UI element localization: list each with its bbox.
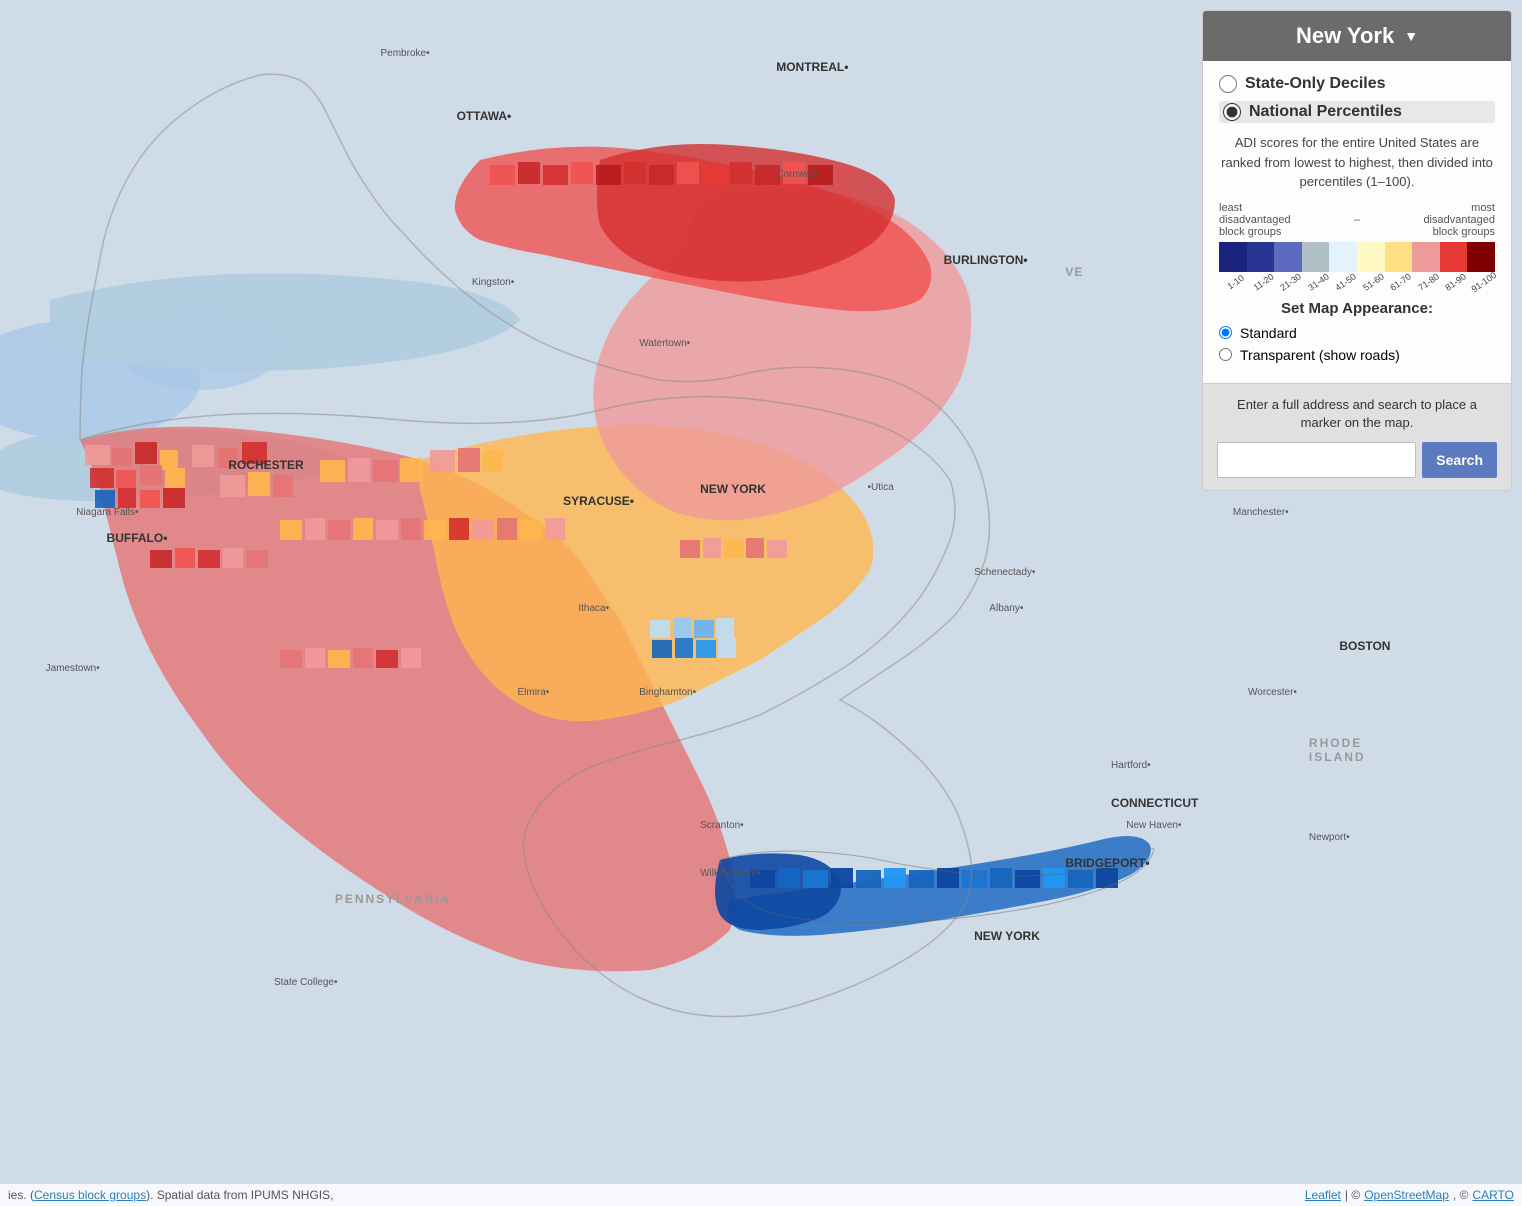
legend-segment [1385,242,1413,272]
footer-sep1: | © [1345,1188,1360,1202]
standard-label[interactable]: Standard [1240,325,1297,341]
national-label[interactable]: National Percentiles [1249,103,1402,121]
legend-tick-label: 91-100 [1469,269,1498,293]
footer-left-text: ies. (Census block groups). Spatial data… [8,1188,333,1202]
legend-segment [1329,242,1357,272]
legend-tick-label: 81-90 [1442,270,1470,294]
search-input[interactable] [1217,442,1416,478]
search-button[interactable]: Search [1422,442,1497,478]
legend-segment [1219,242,1247,272]
carto-link[interactable]: CARTO [1472,1188,1514,1202]
legend-segment [1247,242,1275,272]
national-radio-row: National Percentiles [1219,101,1495,123]
legend-segment [1412,242,1440,272]
control-panel: New York ▼ State-Only Deciles National P… [1202,10,1512,491]
legend-tick-label: 61-70 [1387,270,1415,294]
footer-right: Leaflet | © OpenStreetMap , © CARTO [1305,1188,1514,1202]
leaflet-link[interactable]: Leaflet [1305,1188,1341,1202]
panel-header[interactable]: New York ▼ [1203,11,1511,61]
transparent-radio-row: Transparent (show roads) [1219,347,1495,363]
transparent-radio[interactable] [1219,348,1232,361]
legend-tick-label: 21-30 [1277,270,1305,294]
map-footer: ies. (Census block groups). Spatial data… [0,1184,1522,1206]
legend-tick-label: 71-80 [1414,270,1442,294]
map-container: Pembroke• OTTAWA• MONTREAL• Cornwall• Ki… [0,0,1522,1206]
standard-radio[interactable] [1219,326,1232,339]
legend-segment [1302,242,1330,272]
footer-sep2: , © [1453,1188,1469,1202]
transparent-label[interactable]: Transparent (show roads) [1240,347,1400,363]
dropdown-arrow[interactable]: ▼ [1404,28,1418,44]
legend-label-right: most disadvantaged block groups [1423,202,1495,238]
adi-description: ADI scores for the entire United States … [1219,133,1495,192]
state-only-label[interactable]: State-Only Deciles [1245,75,1386,93]
legend-ticks: 1-1011-2021-3031-4041-5051-6061-7071-808… [1219,274,1495,288]
legend-tick-label: 11-20 [1249,270,1277,294]
legend-tick-label: 31-40 [1304,270,1332,294]
legend-tick-label: 41-50 [1332,270,1360,294]
legend-segment [1274,242,1302,272]
legend-segment [1440,242,1468,272]
legend-segment [1467,242,1495,272]
census-link[interactable]: Census block groups [34,1188,146,1202]
legend-segment [1357,242,1385,272]
legend-tick-label: 1-10 [1221,270,1249,294]
legend-tick-label: 51-60 [1359,270,1387,294]
search-description: Enter a full address and search to place… [1217,396,1497,432]
standard-radio-row: Standard [1219,325,1495,341]
search-section: Enter a full address and search to place… [1203,383,1511,490]
legend: least disadvantaged block groups – most … [1219,202,1495,288]
appearance-title: Set Map Appearance: [1219,300,1495,317]
legend-bar [1219,242,1495,272]
legend-label-left: least disadvantaged block groups [1219,202,1291,238]
legend-dash: – [1354,214,1360,226]
state-title: New York [1296,23,1394,49]
openstreetmap-link[interactable]: OpenStreetMap [1364,1188,1449,1202]
state-only-radio[interactable] [1219,75,1237,93]
national-radio[interactable] [1223,103,1241,121]
state-only-radio-row: State-Only Deciles [1219,75,1495,93]
